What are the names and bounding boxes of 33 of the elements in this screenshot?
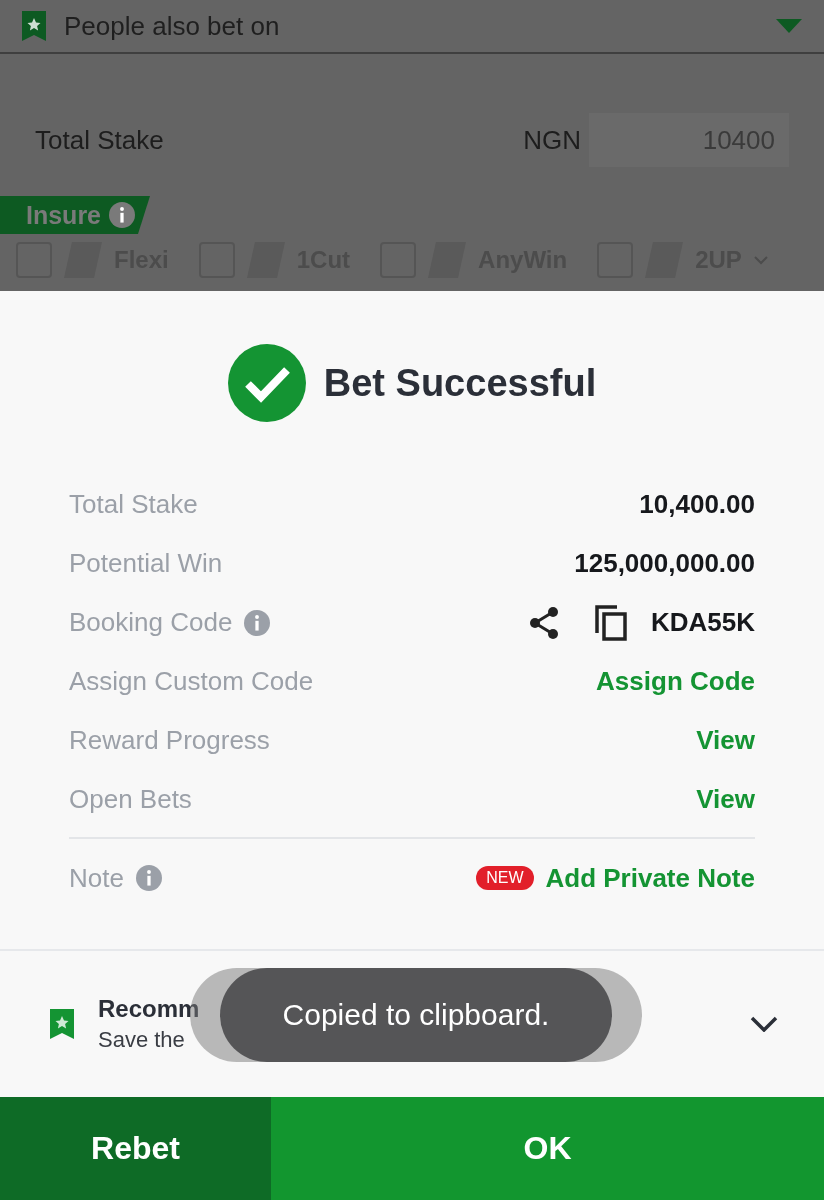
bookmark-star-icon: [22, 11, 46, 41]
check-circle-icon: [227, 344, 306, 422]
section-title: People also bet on: [64, 10, 281, 42]
row-value: 125,000,000.00: [574, 548, 755, 579]
currency-label: NGN: [523, 124, 581, 156]
action-button[interactable]: Rebet: [0, 1097, 271, 1200]
chevron-down-icon[interactable]: [750, 1016, 778, 1032]
row-label: Assign Custom Code: [69, 666, 314, 697]
row-link[interactable]: View: [696, 784, 755, 815]
insure-label: Insure: [26, 200, 102, 230]
toast-message: Copied to clipboard.: [220, 968, 612, 1062]
row-label: Reward Progress: [69, 725, 270, 756]
row-label: Total Stake: [69, 489, 198, 520]
copy-icon[interactable]: [594, 604, 627, 641]
action-button[interactable]: OK: [271, 1097, 824, 1200]
recommended-title: Recomm: [98, 995, 200, 1023]
stake-label: Total Stake: [35, 124, 164, 156]
note-label: Note: [69, 862, 124, 894]
row-value: 10,400.00: [639, 489, 755, 520]
info-icon[interactable]: [109, 202, 136, 228]
dialog-title: Bet Successful: [323, 361, 597, 405]
row-link[interactable]: Assign Code: [596, 666, 755, 697]
new-badge: NEW: [476, 866, 534, 890]
share-icon[interactable]: [528, 606, 559, 639]
row-value: KDA55K: [650, 607, 755, 638]
row-label: Potential Win: [69, 548, 223, 579]
dropdown-triangle-icon[interactable]: [776, 19, 802, 33]
row-label: Booking Code: [69, 607, 233, 638]
recommended-subtitle: Save the: [98, 1027, 185, 1053]
bookmark-star-icon: [50, 1009, 74, 1039]
add-note-link[interactable]: Add Private Note: [545, 862, 755, 894]
row-link[interactable]: View: [696, 725, 755, 756]
row-label: Open Bets: [69, 784, 192, 815]
